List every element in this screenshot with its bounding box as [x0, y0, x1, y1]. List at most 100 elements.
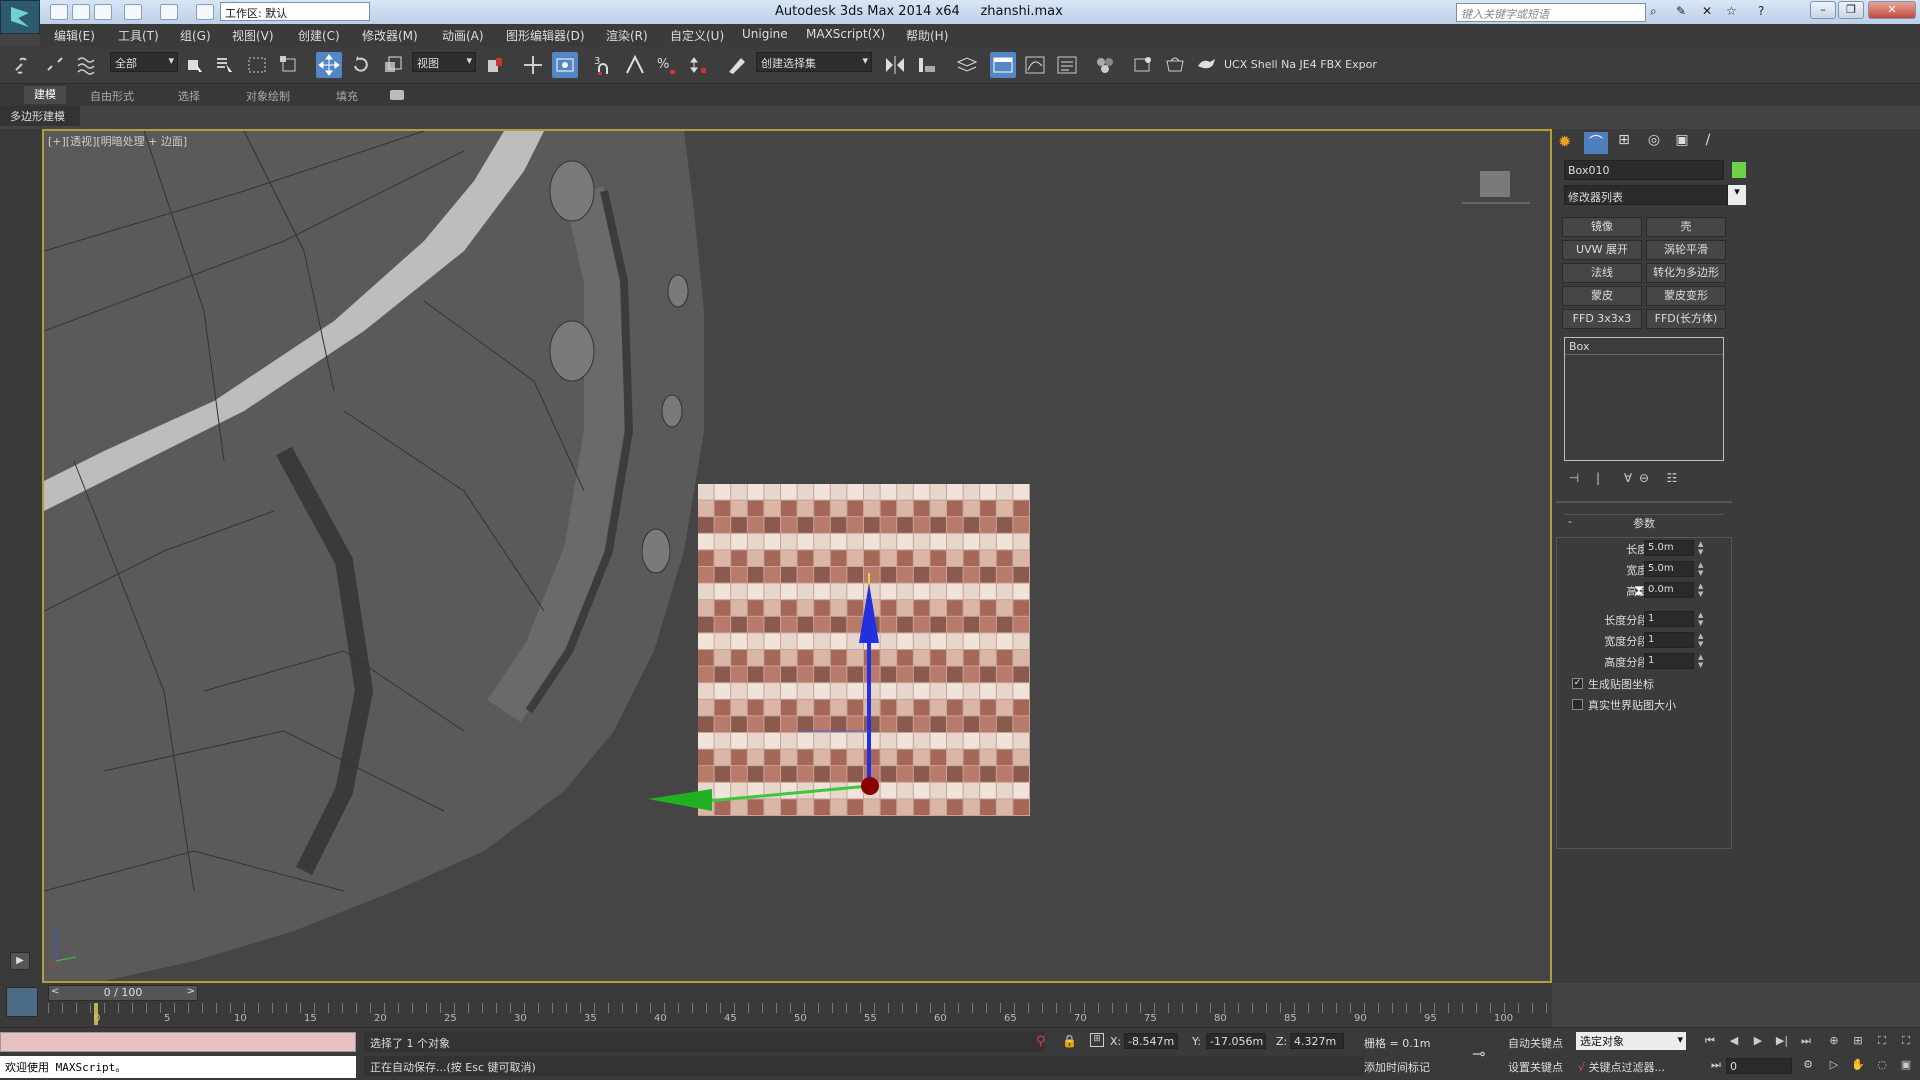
layer-manager-icon[interactable] — [954, 52, 980, 78]
hierarchy-tab-icon[interactable]: ⊞ — [1612, 132, 1636, 154]
param-input-width-segs[interactable]: 1 — [1644, 632, 1694, 648]
timeline-track[interactable]: 0 5 10 15 20 25 30 35 40 45 50 55 60 65 70 75 80 85 90 95 10… — [48, 1003, 1552, 1025]
named-selection-dropdown[interactable]: 创建选择集 — [756, 52, 872, 72]
param-input-width[interactable]: 5.0m — [1644, 561, 1694, 577]
search-input[interactable]: 键入关键字或短语 — [1456, 3, 1646, 22]
spinner-height-segs[interactable]: ▲ ▼ — [1698, 653, 1706, 669]
modifier-button-shell[interactable]: 壳 — [1646, 217, 1726, 237]
viewport-label[interactable]: [+][透视][明暗处理 + 边面] — [48, 133, 187, 149]
param-input-length[interactable]: 5.0m — [1644, 540, 1694, 556]
stack-item-box[interactable]: Box — [1569, 340, 1589, 353]
set-key-button[interactable]: 设置关键点 — [1508, 1059, 1563, 1075]
menu-help[interactable]: 帮助(H) — [906, 27, 948, 44]
time-prev-icon[interactable]: < — [51, 986, 59, 997]
key-mode-icon[interactable]: ⏭ — [1708, 1058, 1724, 1074]
parameters-rollout-header[interactable]: - 参数 — [1564, 514, 1724, 530]
viewcube[interactable] — [1462, 171, 1530, 204]
keyboard-shortcut-override-icon[interactable] — [552, 52, 578, 78]
menu-unigine[interactable]: Unigine — [742, 27, 788, 41]
play-script-icon[interactable]: ▶ — [10, 952, 30, 970]
tab-populate[interactable]: 填充 — [336, 88, 358, 104]
modifier-list-dropdown[interactable]: 修改器列表 — [1564, 185, 1728, 205]
key-filters-button[interactable]: √ 关键点过滤器... — [1578, 1059, 1665, 1075]
time-slider[interactable]: < 0 / 100 > — [48, 985, 198, 1001]
modify-tab-icon[interactable]: ⌒ — [1584, 132, 1608, 154]
configure-sets-icon[interactable]: ☷ — [1664, 471, 1680, 487]
align-icon[interactable] — [914, 52, 940, 78]
undo-icon[interactable] — [124, 4, 142, 20]
go-to-end-icon[interactable]: ⏭ — [1798, 1034, 1814, 1050]
play-icon[interactable]: ▶ — [1750, 1034, 1766, 1050]
help-icon[interactable]: ? — [1758, 4, 1776, 20]
selection-filter-dropdown[interactable]: 全部 — [110, 52, 178, 72]
new-file-icon[interactable] — [50, 4, 68, 20]
lock-icon[interactable]: 🔒 — [1062, 1034, 1077, 1048]
app-logo-icon[interactable] — [0, 0, 40, 34]
maxscript-listener-input[interactable] — [0, 1032, 356, 1052]
angle-snap-icon[interactable] — [622, 52, 648, 78]
spinner-width-segs[interactable]: ▲ ▼ — [1698, 632, 1706, 648]
current-frame-input[interactable]: 0 — [1726, 1058, 1792, 1074]
make-unique-icon[interactable]: ∀ — [1620, 471, 1636, 487]
param-input-length-segs[interactable]: 1 — [1644, 611, 1694, 627]
menu-views[interactable]: 视图(V) — [232, 27, 274, 44]
graphite-ribbon-icon[interactable] — [990, 52, 1016, 78]
modifier-button-uvw-unwrap[interactable]: UVW 展开 — [1562, 240, 1642, 260]
checkbox-gen-mapping-coords[interactable]: ✓ — [1572, 678, 1583, 689]
reference-coord-dropdown[interactable]: 视图 — [412, 52, 476, 72]
menu-rendering[interactable]: 渲染(R) — [606, 27, 648, 44]
select-by-name-icon[interactable] — [212, 52, 238, 78]
modifier-button-ffd333[interactable]: FFD 3x3x3 — [1562, 309, 1642, 329]
object-name-field[interactable]: Box010 — [1564, 160, 1724, 180]
textured-box-object[interactable] — [698, 484, 1030, 816]
select-object-icon[interactable] — [182, 52, 208, 78]
orbit-icon[interactable]: ◌ — [1874, 1058, 1890, 1074]
motion-tab-icon[interactable]: ◎ — [1642, 132, 1666, 154]
modifier-stack[interactable]: Box — [1564, 337, 1724, 461]
zoom-all-icon[interactable]: ⊞ — [1850, 1034, 1866, 1050]
modifier-button-skin[interactable]: 蒙皮 — [1562, 286, 1642, 306]
snaps-toggle-icon[interactable]: 3 — [590, 52, 616, 78]
render-setup-icon[interactable] — [1130, 52, 1156, 78]
remove-modifier-icon[interactable]: ⊖ — [1636, 471, 1652, 487]
go-to-start-icon[interactable]: ⏮ — [1702, 1034, 1718, 1050]
pan-icon[interactable]: ✋ — [1850, 1058, 1866, 1074]
show-end-result-icon[interactable]: | — [1590, 471, 1606, 487]
close-button[interactable]: ✕ — [1868, 1, 1916, 19]
project-folder-icon[interactable] — [196, 4, 214, 20]
spinner-height[interactable]: ▲ ▼ — [1698, 582, 1706, 598]
edit-named-selection-icon[interactable] — [724, 52, 750, 78]
perspective-viewport[interactable]: [+][透视][明暗处理 + 边面] — [42, 129, 1552, 983]
pin-stack-icon[interactable]: ⊣ — [1566, 471, 1582, 487]
modifier-button-mirror[interactable]: 镜像 — [1562, 217, 1642, 237]
chevron-down-icon[interactable]: ▾ — [1728, 185, 1746, 205]
modifier-button-convert-poly[interactable]: 转化为多边形 — [1646, 263, 1726, 283]
menu-tools[interactable]: 工具(T) — [118, 27, 159, 44]
spinner-length[interactable]: ▲ ▼ — [1698, 540, 1706, 556]
key-icon[interactable]: ⊸ — [1472, 1044, 1485, 1063]
bind-space-warp-icon[interactable] — [74, 52, 100, 78]
tab-selection[interactable]: 选择 — [178, 88, 200, 104]
unlink-icon[interactable] — [42, 52, 68, 78]
gizmo-z-shaft[interactable] — [867, 636, 871, 781]
object-color-swatch[interactable] — [1732, 162, 1746, 178]
comm-center-icon[interactable]: ✕ — [1702, 4, 1720, 20]
minimize-button[interactable]: – — [1810, 1, 1836, 19]
modifier-button-normal[interactable]: 法线 — [1562, 263, 1642, 283]
tab-modeling[interactable]: 建模 — [24, 86, 66, 104]
workspace-dropdown[interactable]: 工作区: 默认 — [220, 2, 370, 21]
add-time-tag[interactable]: 添加时间标记 — [1364, 1059, 1430, 1075]
binoculars-icon[interactable]: ⌕ — [1650, 4, 1668, 20]
rendered-frame-window-icon[interactable] — [1162, 52, 1188, 78]
maxscript-mini-listener[interactable]: 欢迎使用 MAXScript。 — [0, 1056, 356, 1078]
window-crossing-icon[interactable] — [276, 52, 302, 78]
menu-group[interactable]: 组(G) — [180, 27, 211, 44]
zoom-icon[interactable]: ⊕ — [1826, 1034, 1842, 1050]
mini-curve-editor-icon[interactable] — [6, 987, 38, 1017]
zoom-extents-all-icon[interactable]: ⛶ — [1898, 1034, 1914, 1050]
time-config-icon[interactable]: ⚙ — [1800, 1058, 1816, 1074]
auto-key-button[interactable]: 自动关键点 — [1508, 1035, 1563, 1051]
pivot-center-icon[interactable] — [482, 52, 508, 78]
absolute-mode-icon[interactable]: ⊞ — [1090, 1033, 1104, 1047]
isolate-icon[interactable]: ⚲ — [1036, 1034, 1046, 1049]
